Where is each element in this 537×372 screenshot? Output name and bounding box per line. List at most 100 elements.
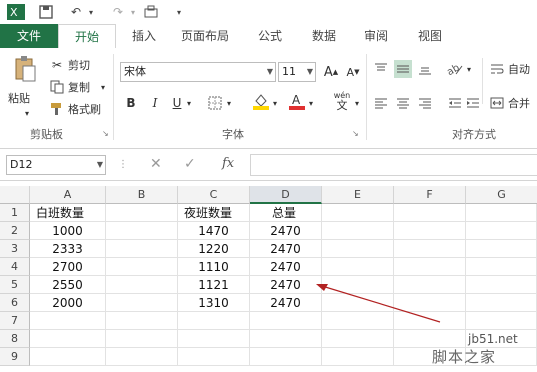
tab-review[interactable]: 审阅 bbox=[358, 24, 394, 48]
cell-a7[interactable] bbox=[30, 312, 106, 330]
cell-c5[interactable]: 1121 bbox=[178, 276, 250, 294]
row-header[interactable]: 1 bbox=[0, 204, 30, 222]
cell-a8[interactable] bbox=[30, 330, 106, 348]
cell-g3[interactable] bbox=[466, 240, 537, 258]
copy-button[interactable]: 复制 bbox=[68, 79, 90, 95]
font-name-dropdown-icon[interactable]: ▼ bbox=[267, 63, 273, 81]
cell-g5[interactable] bbox=[466, 276, 537, 294]
name-box[interactable]: D12 ▼ bbox=[6, 155, 106, 175]
cell-c9[interactable] bbox=[178, 348, 250, 366]
cell-e8[interactable] bbox=[322, 330, 394, 348]
worksheet-grid[interactable]: A B C D E F G 1 白班数量 夜班数量 总量 2 1000 1470 2470 3 2… bbox=[0, 186, 537, 372]
undo-dropdown-icon[interactable]: ▾ bbox=[86, 3, 96, 21]
orientation-icon[interactable]: ab bbox=[446, 60, 464, 78]
cell-b2[interactable] bbox=[106, 222, 178, 240]
cell-e2[interactable] bbox=[322, 222, 394, 240]
tab-formulas[interactable]: 公式 bbox=[252, 24, 288, 48]
cell-c2[interactable]: 1470 bbox=[178, 222, 250, 240]
tab-data[interactable]: 数据 bbox=[306, 24, 342, 48]
bold-icon[interactable]: B bbox=[122, 94, 140, 112]
italic-icon[interactable]: I bbox=[146, 94, 164, 112]
formula-bar-resize-handle[interactable]: ⋮ bbox=[118, 159, 128, 170]
wrap-text-icon[interactable] bbox=[488, 60, 506, 78]
borders-icon[interactable] bbox=[206, 94, 224, 112]
save-icon[interactable] bbox=[36, 3, 56, 21]
cut-button[interactable]: 剪切 bbox=[68, 57, 90, 73]
cell-c8[interactable] bbox=[178, 330, 250, 348]
align-right-icon[interactable] bbox=[416, 94, 434, 112]
name-box-dropdown-icon[interactable]: ▼ bbox=[97, 156, 103, 174]
cell-f4[interactable] bbox=[394, 258, 466, 276]
align-top-icon[interactable] bbox=[372, 60, 390, 78]
column-header-f[interactable]: F bbox=[394, 186, 466, 204]
borders-dropdown-icon[interactable]: ▾ bbox=[224, 94, 234, 112]
font-name-select[interactable]: 宋体 ▼ bbox=[120, 62, 276, 82]
cell-f1[interactable] bbox=[394, 204, 466, 222]
cell-a6[interactable]: 2000 bbox=[30, 294, 106, 312]
cell-c7[interactable] bbox=[178, 312, 250, 330]
tab-file[interactable]: 文件 bbox=[0, 24, 58, 48]
cell-b8[interactable] bbox=[106, 330, 178, 348]
paste-icon[interactable] bbox=[8, 54, 42, 84]
increase-font-size-icon[interactable]: A ▲ bbox=[322, 63, 340, 81]
decrease-font-size-icon[interactable]: A ▼ bbox=[344, 63, 362, 81]
cell-c4[interactable]: 1110 bbox=[178, 258, 250, 276]
phonetic-guide-icon[interactable]: wén 文 bbox=[330, 90, 354, 112]
row-header[interactable]: 5 bbox=[0, 276, 30, 294]
cell-d9[interactable] bbox=[250, 348, 322, 366]
cell-a2[interactable]: 1000 bbox=[30, 222, 106, 240]
row-header[interactable]: 7 bbox=[0, 312, 30, 330]
paste-dropdown-icon[interactable]: ▾ bbox=[18, 104, 36, 122]
cell-b3[interactable] bbox=[106, 240, 178, 258]
font-launcher-icon[interactable]: ↘ bbox=[352, 129, 359, 138]
cell-a4[interactable]: 2700 bbox=[30, 258, 106, 276]
row-header[interactable]: 8 bbox=[0, 330, 30, 348]
cell-d1[interactable]: 总量 bbox=[250, 204, 322, 222]
cell-f3[interactable] bbox=[394, 240, 466, 258]
format-painter-button[interactable]: 格式刷 bbox=[68, 101, 101, 117]
redo-dropdown-icon[interactable]: ▾ bbox=[128, 3, 138, 21]
cell-g2[interactable] bbox=[466, 222, 537, 240]
tab-page-layout[interactable]: 页面布局 bbox=[176, 24, 234, 48]
cell-g1[interactable] bbox=[466, 204, 537, 222]
cell-a1[interactable]: 白班数量 bbox=[30, 204, 106, 222]
cell-d3[interactable]: 2470 bbox=[250, 240, 322, 258]
font-size-dropdown-icon[interactable]: ▼ bbox=[307, 63, 313, 81]
cell-e4[interactable] bbox=[322, 258, 394, 276]
tab-view[interactable]: 视图 bbox=[412, 24, 448, 48]
clipboard-launcher-icon[interactable]: ↘ bbox=[102, 129, 109, 138]
copy-icon[interactable] bbox=[48, 78, 66, 96]
row-header[interactable]: 9 bbox=[0, 348, 30, 366]
cell-d2[interactable]: 2470 bbox=[250, 222, 322, 240]
undo-icon[interactable]: ↶ bbox=[66, 3, 86, 21]
tab-home[interactable]: 开始 bbox=[58, 24, 116, 49]
wrap-text-button[interactable]: 自动 bbox=[508, 61, 530, 77]
row-header[interactable]: 2 bbox=[0, 222, 30, 240]
row-header[interactable]: 6 bbox=[0, 294, 30, 312]
cell-b9[interactable] bbox=[106, 348, 178, 366]
cut-icon[interactable]: ✂ bbox=[48, 56, 66, 74]
column-header-b[interactable]: B bbox=[106, 186, 178, 204]
cancel-icon[interactable]: ✕ bbox=[150, 156, 162, 172]
redo-icon[interactable]: ↷ bbox=[108, 3, 128, 21]
cell-b4[interactable] bbox=[106, 258, 178, 276]
formula-input[interactable] bbox=[250, 154, 537, 176]
align-bottom-icon[interactable] bbox=[416, 60, 434, 78]
cell-b1[interactable] bbox=[106, 204, 178, 222]
customize-toolbar-icon[interactable]: ▾ bbox=[172, 3, 186, 21]
cell-e9[interactable] bbox=[322, 348, 394, 366]
print-preview-icon[interactable] bbox=[142, 3, 162, 21]
cell-f2[interactable] bbox=[394, 222, 466, 240]
cell-b7[interactable] bbox=[106, 312, 178, 330]
underline-dropdown-icon[interactable]: ▾ bbox=[184, 94, 194, 112]
phonetic-dropdown-icon[interactable]: ▾ bbox=[352, 94, 362, 112]
align-middle-icon[interactable] bbox=[394, 60, 412, 78]
row-header[interactable]: 3 bbox=[0, 240, 30, 258]
merge-center-button[interactable]: 合并 bbox=[508, 95, 530, 111]
font-color-icon[interactable]: A bbox=[288, 92, 306, 110]
cell-d8[interactable] bbox=[250, 330, 322, 348]
merge-center-icon[interactable] bbox=[488, 94, 506, 112]
column-header-d[interactable]: D bbox=[250, 186, 322, 204]
enter-icon[interactable]: ✓ bbox=[184, 156, 196, 172]
orientation-dropdown-icon[interactable]: ▾ bbox=[464, 60, 474, 78]
